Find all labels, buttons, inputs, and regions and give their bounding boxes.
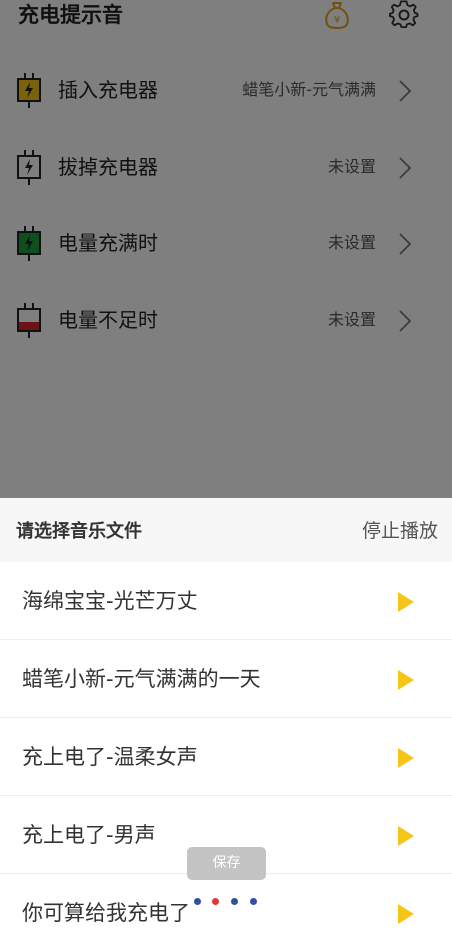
play-icon[interactable] <box>397 591 415 613</box>
track-name: 充上电了-温柔女声 <box>22 745 198 769</box>
loading-dot <box>231 898 238 905</box>
stop-playback-button[interactable]: 停止播放 <box>362 518 438 544</box>
sheet-title: 请选择音乐文件 <box>16 521 142 542</box>
track-item[interactable]: 蜡笔小新-元气满满的一天 <box>0 640 452 718</box>
save-toast: 保存 <box>187 847 266 880</box>
loading-dot <box>194 898 201 905</box>
track-item[interactable]: 海绵宝宝-光芒万丈 <box>0 562 452 640</box>
play-icon[interactable] <box>397 825 415 847</box>
track-item[interactable]: 充上电了-温柔女声 <box>0 718 452 796</box>
track-name: 充上电了-男声 <box>22 823 156 847</box>
loading-dots <box>194 896 264 908</box>
track-name: 海绵宝宝-光芒万丈 <box>22 589 198 613</box>
play-icon[interactable] <box>397 903 415 925</box>
track-name: 你可算给我充电了 <box>22 901 190 925</box>
play-icon[interactable] <box>397 747 415 769</box>
sheet-header: 请选择音乐文件 停止播放 <box>0 498 452 562</box>
track-name: 蜡笔小新-元气满满的一天 <box>22 667 261 691</box>
play-icon[interactable] <box>397 669 415 691</box>
loading-dot <box>250 898 257 905</box>
loading-dot <box>212 898 219 905</box>
